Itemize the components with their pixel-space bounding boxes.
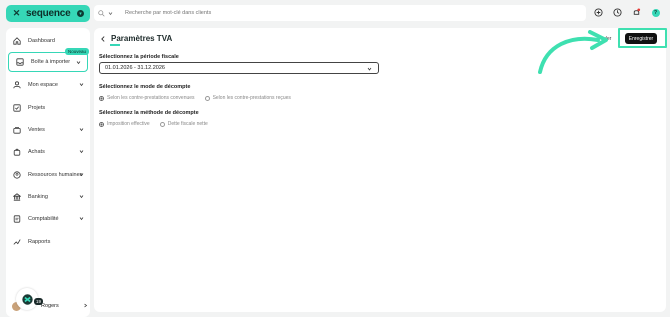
chevron-right-icon	[84, 303, 88, 308]
sidebar-item-achats[interactable]: Achats	[6, 142, 90, 162]
chevron-down-icon	[79, 173, 84, 177]
sidebar-item-label: Achats	[28, 149, 45, 155]
sidebar-item-label: Ventes	[28, 127, 45, 133]
chevron-down-icon	[79, 195, 84, 199]
sidebar-item-label: Projets	[28, 105, 46, 111]
add-circle-icon[interactable]	[594, 8, 603, 17]
notification-count-badge: 19	[33, 298, 43, 305]
logo-icon: ✕	[12, 8, 21, 18]
search-input[interactable]	[125, 10, 525, 16]
help-widget-icon	[21, 293, 33, 305]
bank-icon	[12, 193, 21, 202]
mode-option-label: Selon les contre-prestations convenues	[107, 95, 195, 101]
home-icon	[12, 37, 21, 46]
sidebar-item-label: Ressources humaines	[28, 172, 83, 178]
brand-logo[interactable]: ✕ sequence ▾	[6, 5, 90, 22]
sidebar-item-label: Boîte à importer	[31, 59, 71, 65]
method-radio-effective[interactable]	[99, 121, 104, 127]
brand-name: sequence	[26, 8, 71, 19]
chevron-down-icon	[79, 150, 84, 154]
sidebar-nav: Dashboard Nouveau Boîte à importer Mon e…	[6, 28, 90, 317]
fiscal-period-select[interactable]: 01.01.2026 - 31.12.2026	[99, 62, 379, 74]
mode-radio-convenues[interactable]	[99, 95, 104, 101]
sidebar-item-label: Banking	[28, 194, 48, 200]
workspace-switch-icon[interactable]: ▾	[77, 10, 84, 17]
search-bar	[94, 5, 586, 21]
inbox-icon	[15, 58, 24, 67]
sidebar-item-label: Rapports	[28, 239, 51, 245]
wallet-icon	[12, 126, 21, 135]
sidebar-item-ventes[interactable]: Ventes	[6, 120, 90, 140]
chevron-down-icon	[79, 217, 84, 221]
search-icon[interactable]	[98, 9, 105, 17]
sidebar-item-label: Comptabilité	[28, 216, 59, 222]
help-icon-label: ?	[651, 8, 660, 17]
new-badge: Nouveau	[65, 48, 90, 55]
top-actions: ?	[594, 8, 660, 17]
mode-option-label: Selon les contre-prestations reçues	[212, 95, 291, 101]
person-icon	[12, 81, 21, 90]
sidebar-item-rh[interactable]: Ressources humaines	[6, 165, 90, 185]
method-option-label: Dette fiscale nette	[167, 121, 208, 127]
help-widget-button[interactable]: 19	[16, 288, 43, 310]
mode-radio-recues[interactable]	[204, 95, 210, 101]
method-label: Sélectionnez la méthode de décompte	[99, 110, 199, 116]
mode-options: Selon les contre-prestations convenues S…	[99, 95, 291, 101]
fiscal-period-value: 01.01.2026 - 31.12.2026	[105, 65, 165, 71]
bell-icon[interactable]	[632, 8, 641, 17]
mode-label: Sélectionnez le mode de décompte	[99, 84, 191, 90]
chevron-down-icon	[367, 67, 372, 71]
sidebar-item-label: Mon espace	[28, 82, 58, 88]
help-icon[interactable]: ?	[651, 8, 660, 17]
people-icon	[12, 171, 21, 180]
sidebar: ✕ sequence ▾ Dashboard Nouveau Boîte à i…	[4, 4, 90, 317]
method-options: Imposition effective Dette fiscale nette	[99, 121, 208, 127]
page-header: Paramètres TVA	[100, 34, 172, 43]
back-arrow-icon[interactable]	[100, 35, 106, 42]
method-option-label: Imposition effective	[107, 121, 150, 127]
user-name: Rogers	[41, 303, 59, 309]
method-radio-dette-nette[interactable]	[159, 121, 165, 127]
chart-icon	[12, 238, 21, 247]
ledger-icon	[12, 215, 21, 224]
sidebar-item-rapports[interactable]: Rapports	[6, 232, 90, 252]
sidebar-item-comptabilite[interactable]: Comptabilité	[6, 209, 90, 229]
check-square-icon	[12, 104, 21, 113]
sidebar-item-banking[interactable]: Banking	[6, 187, 90, 207]
annotation-arrow-icon	[538, 30, 608, 74]
fiscal-period-label: Sélectionnez la période fiscale	[99, 54, 179, 60]
sidebar-item-mon-espace[interactable]: Mon espace	[6, 75, 90, 95]
chevron-down-icon	[79, 83, 84, 87]
title-underline	[110, 44, 120, 46]
search-scope-chevron-icon[interactable]	[108, 11, 113, 16]
chevron-down-icon	[79, 128, 84, 132]
page-title: Paramètres TVA	[111, 34, 173, 43]
chevron-down-icon	[76, 61, 81, 65]
shopping-bag-icon	[12, 148, 21, 157]
sidebar-item-label: Dashboard	[28, 38, 55, 44]
sidebar-item-projets[interactable]: Projets	[6, 98, 90, 118]
clock-icon[interactable]	[613, 8, 622, 17]
sidebar-item-inbox[interactable]: Nouveau Boîte à importer	[8, 48, 90, 72]
annotation-highlight-box	[618, 28, 667, 48]
